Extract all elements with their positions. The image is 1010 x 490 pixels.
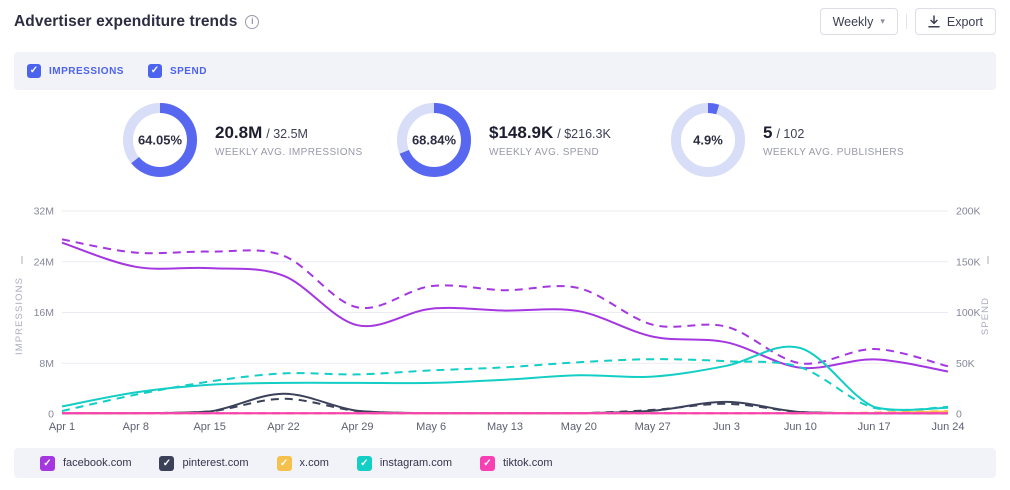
legend-checkbox[interactable]: ✓ [480,456,495,471]
y-axis-tick-impressions: 8M [39,358,54,370]
legend-checkbox[interactable]: ✓ [159,456,174,471]
legend-checkbox[interactable]: ✓ [40,456,55,471]
filter-spend[interactable]: ✓ SPEND [148,64,207,78]
kpi-publishers: 4.9% 5 / 102 WEEKLY AVG. PUBLISHERS [670,90,944,190]
kpi-label: WEEKLY AVG. SPEND [489,147,611,158]
legend-item-tiktok.com[interactable]: ✓ tiktok.com [480,456,553,471]
kpi-row: 64.05% 20.8M / 32.5M WEEKLY AVG. IMPRESSI… [0,90,1010,190]
x-axis-tick: May 20 [561,421,597,433]
x-axis-tick: Jun 10 [784,421,817,433]
y-axis-tick-impressions: 0 [48,409,54,421]
header: Advertiser expenditure trends i Weekly ▾… [0,0,1010,52]
x-axis-tick: Apr 8 [123,421,149,433]
info-icon[interactable]: i [245,15,259,29]
export-button[interactable]: Export [915,8,996,35]
y-axis-title-impressions: IMPRESSIONS [14,277,25,355]
x-axis-tick: Jun 3 [713,421,740,433]
y-axis-title-spend: SPEND [980,297,991,335]
donut-percent: 64.05% [138,133,183,148]
y-axis-tick-impressions: 32M [34,206,54,218]
filter-spend-label: SPEND [170,66,207,77]
button-divider [906,14,907,29]
y-axis-tick-spend: 100K [956,307,981,319]
spend-donut: 68.84% [396,102,472,178]
donut-percent: 4.9% [693,133,723,148]
legend-label: x.com [300,457,329,469]
filter-impressions-label: IMPRESSIONS [49,66,124,77]
x-axis-tick: Jun 17 [858,421,891,433]
kpi-value: 5 [763,123,772,142]
y-axis-tick-spend: 150K [956,256,981,268]
pinterest.com-impressions-line [62,394,948,414]
legend-label: facebook.com [63,457,131,469]
y-axis-tick-spend: 0 [956,409,962,421]
kpi-value: 20.8M [215,123,262,142]
legend-label: tiktok.com [503,457,553,469]
y-axis-tick-impressions: 24M [34,256,54,268]
spend-checkbox[interactable]: ✓ [148,64,162,78]
y-axis-tick-impressions: 16M [34,307,54,319]
kpi-value: $148.9K [489,123,553,142]
y-axis-tick-spend: 200K [956,206,981,218]
legend-item-pinterest.com[interactable]: ✓ pinterest.com [159,456,248,471]
x-axis-tick: Apr 1 [49,421,75,433]
legend-band: ✓ facebook.com ✓ pinterest.com ✓ x.com ✓ instag… [14,448,996,478]
instagram.com-impressions-line [62,347,948,410]
x-axis-tick: May 6 [416,421,446,433]
publishers-donut: 4.9% [670,102,746,178]
kpi-total: / 102 [776,127,804,141]
x-axis-tick: Apr 22 [267,421,299,433]
legend-checkbox[interactable]: ✓ [357,456,372,471]
metric-filter-band: ✓ IMPRESSIONS ✓ SPEND [14,52,996,90]
x-axis-tick: Jun 24 [931,421,964,433]
kpi-label: WEEKLY AVG. PUBLISHERS [763,147,904,158]
pinterest.com-spend-line [62,399,948,413]
legend-item-facebook.com[interactable]: ✓ facebook.com [40,456,131,471]
kpi-label: WEEKLY AVG. IMPRESSIONS [215,147,363,158]
page-title: Advertiser expenditure trends [14,13,237,31]
kpi-total: / $216.3K [557,127,611,141]
period-dropdown[interactable]: Weekly ▾ [820,8,898,35]
impressions-checkbox[interactable]: ✓ [27,64,41,78]
y-axis-tick-spend: 50K [956,358,975,370]
chevron-down-icon: ▾ [880,17,885,26]
header-controls: Weekly ▾ Export [820,8,996,35]
period-dropdown-label: Weekly [833,15,874,29]
facebook.com-spend-line [62,239,948,366]
x-axis-tick: Apr 29 [341,421,373,433]
expenditure-trend-chart[interactable]: 0 0 8M 50K 16M 100K 24M 150K 32M 200K Apr 1 Apr 8 Ap… [0,190,1010,442]
x-axis-tick: May 13 [487,421,523,433]
kpi-impressions: 64.05% 20.8M / 32.5M WEEKLY AVG. IMPRESSI… [122,90,396,190]
legend-label: pinterest.com [182,457,248,469]
legend-checkbox[interactable]: ✓ [277,456,292,471]
x-axis-tick: Apr 15 [193,421,225,433]
x-axis-tick: May 27 [635,421,671,433]
legend-item-x.com[interactable]: ✓ x.com [277,456,329,471]
legend-item-instagram.com[interactable]: ✓ instagram.com [357,456,452,471]
legend-label: instagram.com [380,457,452,469]
filter-impressions[interactable]: ✓ IMPRESSIONS [27,64,124,78]
download-icon [928,15,940,28]
donut-percent: 68.84% [412,133,457,148]
export-button-label: Export [947,15,983,29]
impressions-donut: 64.05% [122,102,198,178]
kpi-total: / 32.5M [266,127,308,141]
kpi-spend: 68.84% $148.9K / $216.3K WEEKLY AVG. SPEN… [396,90,670,190]
